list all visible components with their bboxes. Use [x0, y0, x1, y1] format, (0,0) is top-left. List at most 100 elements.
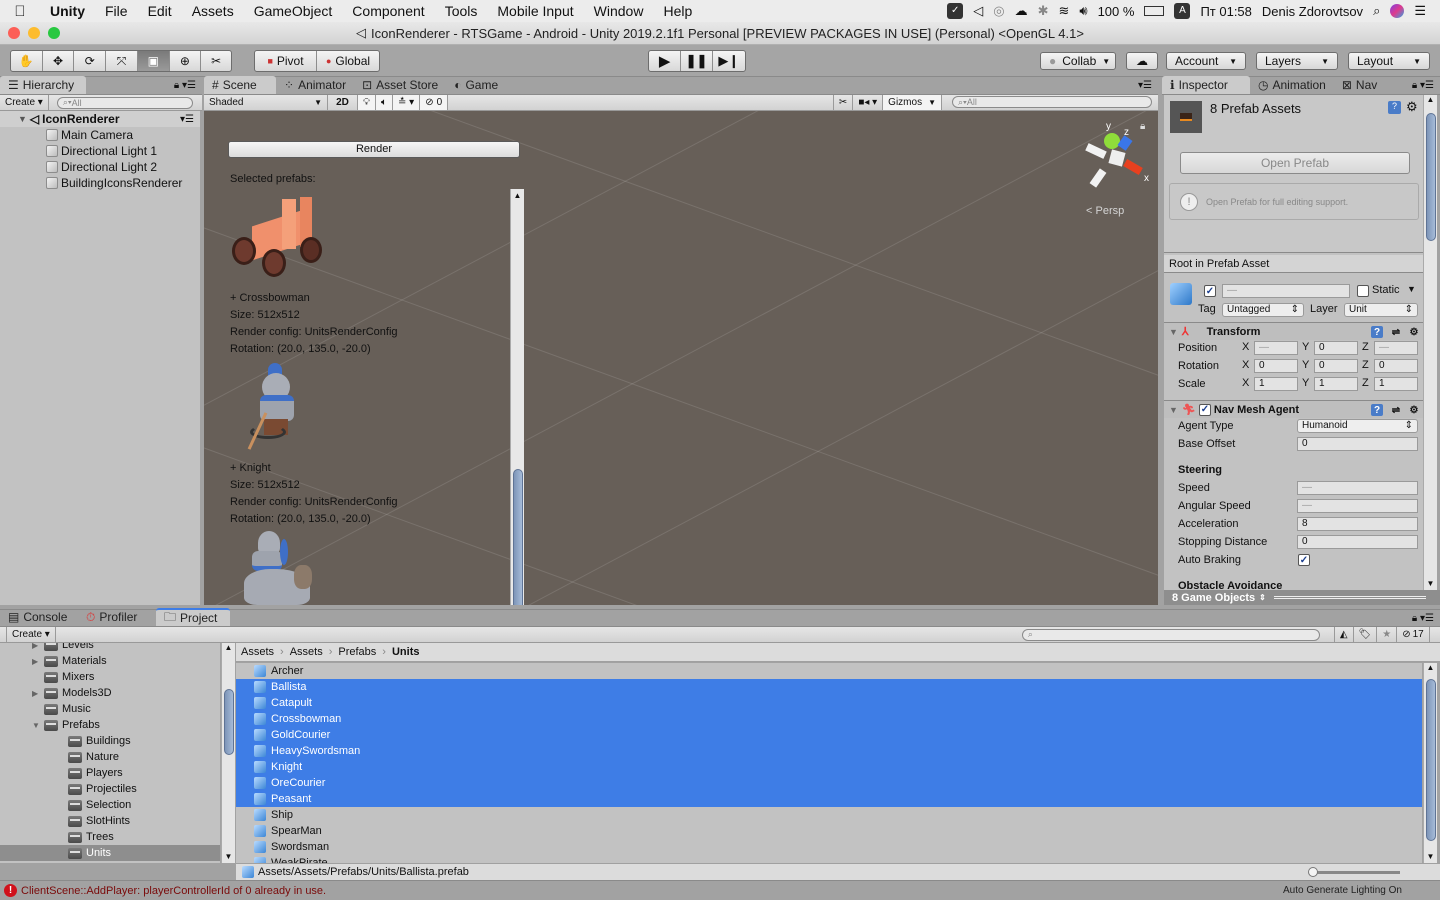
expand-down-icon[interactable]: ▼ [32, 721, 42, 730]
transform-header[interactable]: ▼ ⅄ Transform ? ⇌ ⚙ [1164, 322, 1423, 340]
breadcrumb-item[interactable]: Prefabs [338, 646, 376, 658]
scene-view[interactable]: Render Selected prefabs: + Crossbowman S… [204, 111, 1158, 605]
menu-component[interactable]: Component [342, 3, 434, 19]
project-tree-scrollbar[interactable]: ▲ ▼ [221, 643, 235, 863]
scrollbar-thumb[interactable] [1426, 679, 1436, 841]
lighting-toggle-icon[interactable]: 💡︎ [358, 95, 376, 110]
tab-console[interactable]: ▤ Console [0, 608, 78, 626]
hidden-packages-toggle[interactable]: ⊘ 17 [1397, 627, 1430, 642]
pivot-button[interactable]: ■ Pivot [255, 51, 317, 71]
tab-inspector[interactable]: ℹ Inspector [1162, 76, 1250, 94]
audio-toggle-icon[interactable]: 🔈︎ [376, 95, 393, 110]
breadcrumb-item[interactable]: Units [392, 646, 420, 658]
tab-profiler[interactable]: ⏱ Profiler [78, 608, 156, 626]
filter-by-label-icon[interactable]: 🏷︎ [1354, 627, 1378, 642]
panel-menu-icon[interactable]: ▾☰ [1138, 80, 1152, 91]
move-tool-icon[interactable]: ✥ [43, 51, 75, 71]
auto-braking-checkbox[interactable]: ✓ [1298, 554, 1310, 566]
agent-type-dropdown[interactable]: Humanoid ⇕ [1297, 419, 1418, 433]
project-folder-row[interactable]: RuntimeObjects [0, 861, 220, 863]
asset-list-item[interactable]: OreCourier [236, 775, 1422, 791]
project-folder-row[interactable]: Nature [0, 749, 220, 765]
hierarchy-item[interactable]: Main Camera [0, 127, 200, 143]
speed-field[interactable]: — [1297, 481, 1418, 495]
project-folder-row[interactable]: SlotHints [0, 813, 220, 829]
scroll-up-icon[interactable]: ▲ [511, 191, 524, 200]
project-folder-row[interactable]: Music [0, 701, 220, 717]
wifi-icon[interactable]: ≋ [1058, 3, 1069, 19]
preset-icon[interactable]: ⇌ [1390, 326, 1402, 338]
icon-size-slider[interactable] [1308, 866, 1400, 877]
zoom-window-button[interactable] [48, 27, 60, 39]
asset-list-item[interactable]: Crossbowman [236, 711, 1422, 727]
tools-icon[interactable]: ✂ [832, 95, 854, 110]
asset-list-item[interactable]: Catapult [236, 695, 1422, 711]
scroll-up-icon[interactable]: ▲ [222, 643, 235, 652]
scene-root-row[interactable]: ▼ ◁ IconRenderer ▾☰ [0, 111, 200, 127]
asset-list-item[interactable]: HeavySwordsman [236, 743, 1422, 759]
error-icon[interactable]: ! [4, 884, 17, 897]
hierarchy-item[interactable]: Directional Light 2 [0, 159, 200, 175]
asset-list-item[interactable]: Peasant [236, 791, 1422, 807]
battery-level[interactable]: 100 % [1098, 4, 1135, 19]
perspective-toggle[interactable]: < Persp [1086, 205, 1124, 217]
project-folder-row[interactable]: ▶ Models3D [0, 685, 220, 701]
inspector-scrollbar[interactable]: ▲ ▼ [1423, 95, 1437, 590]
menu-window[interactable]: Window [584, 3, 654, 19]
project-folder-row[interactable]: Selection [0, 797, 220, 813]
pause-button[interactable]: ❚❚ [681, 51, 713, 71]
preset-icon[interactable]: ⇌ [1390, 404, 1402, 416]
close-window-button[interactable] [8, 27, 20, 39]
scroll-down-icon[interactable]: ▼ [222, 852, 235, 861]
inspector-footer[interactable]: 8 Game Objects ⇕ [1164, 590, 1440, 605]
menu-help[interactable]: Help [653, 3, 702, 19]
angular-speed-field[interactable]: — [1297, 499, 1418, 513]
gizmo-neg-z-axis[interactable] [1089, 168, 1107, 188]
object-name-input[interactable]: — [1222, 284, 1350, 298]
expand-right-icon[interactable]: ▶ [32, 657, 42, 666]
user-name[interactable]: Denis Zdorovtsov [1262, 4, 1363, 19]
help-icon[interactable]: ? [1388, 101, 1401, 114]
hierarchy-search-input[interactable]: ⌕▾ All [56, 96, 193, 109]
lighting-status[interactable]: Auto Generate Lighting On [1283, 885, 1402, 896]
settings-gear-icon[interactable]: ⚙ [1408, 326, 1420, 338]
status-check-icon[interactable]: ✓ [947, 3, 964, 19]
project-folder-row[interactable]: Projectiles [0, 781, 220, 797]
transform-tool-icon[interactable]: ⊕ [170, 51, 202, 71]
volume-icon[interactable]: 🔊︎ [1079, 3, 1087, 19]
project-lock-icon[interactable]: 🔒︎ ▾☰ [1412, 613, 1434, 624]
camera-dropdown[interactable]: ■◂ ▾ [853, 95, 884, 110]
active-checkbox[interactable]: ✓ [1204, 285, 1216, 297]
collapse-arrow-icon[interactable]: ▼ [1169, 405, 1178, 415]
settings-gear-icon[interactable]: ⚙ [1406, 99, 1418, 115]
filter-by-type-icon[interactable]: ◭ [1333, 627, 1354, 642]
tab-game[interactable]: ◐ Game [446, 76, 506, 94]
inspector-lock-icon[interactable]: 🔒︎ ▾☰ [1412, 80, 1434, 91]
input-source[interactable]: A [1174, 3, 1191, 19]
hand-tool-icon[interactable]: ✋ [11, 51, 43, 71]
custom-tool-icon[interactable]: ✂ [201, 51, 231, 71]
scale-y-field[interactable]: 1 [1314, 377, 1358, 391]
console-last-error[interactable]: ClientScene::AddPlayer: playerController… [21, 885, 326, 897]
prefab-list-scrollbar[interactable]: ▲ [510, 189, 524, 605]
rotation-x-field[interactable]: 0 [1254, 359, 1298, 373]
gizmo-x-axis[interactable] [1123, 159, 1143, 175]
project-list-scrollbar[interactable]: ▲ ▼ [1423, 663, 1437, 863]
scale-tool-icon[interactable]: ⤧ [106, 51, 138, 71]
acceleration-field[interactable]: 8 [1297, 517, 1418, 531]
slider-knob[interactable] [1308, 866, 1318, 877]
open-prefab-button[interactable]: Open Prefab [1180, 152, 1410, 174]
static-dropdown-icon[interactable]: ▼ [1407, 284, 1416, 294]
preview-splitter[interactable] [1273, 596, 1426, 599]
tab-project[interactable]: 🗀 Project [156, 608, 230, 626]
render-button[interactable]: Render [228, 141, 520, 158]
scene-search-input[interactable]: ⌕▾ All [952, 96, 1152, 108]
asset-list-item[interactable]: WeakPirate [236, 855, 1422, 863]
project-folder-row[interactable]: Mixers [0, 669, 220, 685]
breadcrumb-item[interactable]: Assets [290, 646, 323, 658]
tab-animation[interactable]: ◷ Animation [1250, 76, 1334, 94]
orientation-gizmo[interactable]: y z x [1082, 121, 1152, 193]
clock[interactable]: Пт 01:58 [1200, 4, 1251, 19]
menu-gameobject[interactable]: GameObject [244, 3, 343, 19]
base-offset-field[interactable]: 0 [1297, 437, 1418, 451]
